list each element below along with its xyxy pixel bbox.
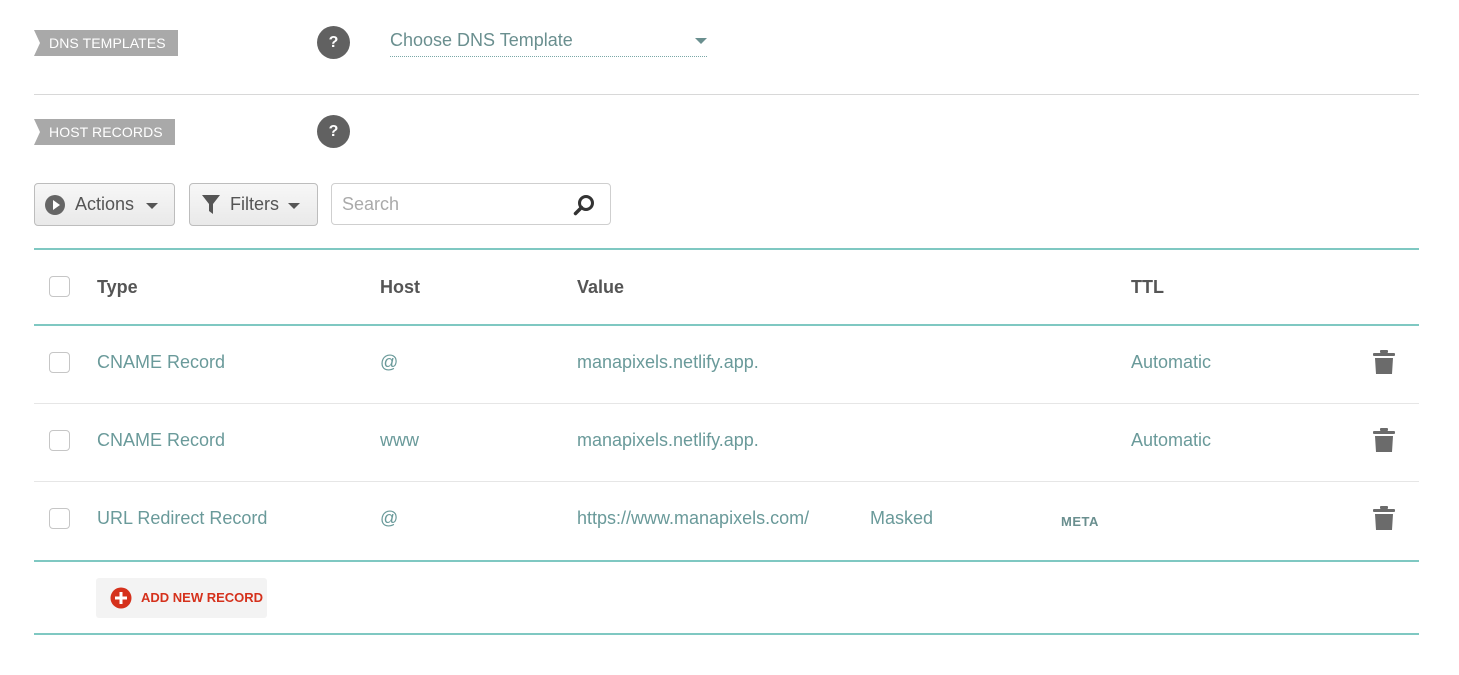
chevron-down-icon [288, 203, 300, 209]
column-header-ttl: TTL [1131, 277, 1164, 297]
host-records-help-icon[interactable]: ? [317, 115, 350, 148]
table-body-border [34, 560, 1419, 562]
record-type[interactable]: CNAME Record [97, 352, 225, 373]
dns-template-select-value: Choose DNS Template [390, 30, 573, 50]
table-header-border [34, 324, 1419, 326]
row-checkbox[interactable] [49, 508, 70, 529]
dns-templates-help-icon[interactable]: ? [317, 26, 350, 59]
table-bottom-border [34, 633, 1419, 635]
filters-label: Filters [230, 194, 279, 214]
table-top-border [34, 248, 1419, 250]
redirect-type[interactable]: Masked [870, 508, 933, 529]
record-host[interactable]: www [380, 430, 419, 451]
record-ttl[interactable]: Automatic [1131, 352, 1211, 373]
chevron-down-icon [146, 203, 158, 209]
row-divider [34, 481, 1419, 482]
search-input[interactable] [342, 192, 562, 216]
record-value[interactable]: https://www.manapixels.com/ [577, 508, 809, 529]
actions-label: Actions [75, 194, 135, 214]
dns-template-select[interactable]: Choose DNS Template [390, 26, 707, 57]
add-new-record-button[interactable]: ADD NEW RECORD [96, 578, 267, 618]
row-checkbox[interactable] [49, 430, 70, 451]
chevron-down-icon [695, 38, 707, 44]
search-box [331, 183, 611, 225]
play-circle-icon [45, 195, 65, 215]
column-header-type: Type [97, 277, 138, 297]
plus-circle-icon [110, 587, 132, 609]
record-host[interactable]: @ [380, 508, 398, 529]
record-ttl[interactable]: Automatic [1131, 430, 1211, 451]
dns-templates-tag: DNS TEMPLATES [34, 30, 178, 56]
filter-icon [202, 195, 220, 214]
column-header-host: Host [380, 277, 420, 297]
trash-icon[interactable] [1373, 506, 1395, 530]
add-new-record-label: ADD NEW RECORD [141, 590, 264, 605]
record-value[interactable]: manapixels.netlify.app. [577, 352, 759, 373]
trash-icon[interactable] [1373, 350, 1395, 374]
section-divider [34, 94, 1419, 95]
record-type[interactable]: CNAME Record [97, 430, 225, 451]
record-value[interactable]: manapixels.netlify.app. [577, 430, 759, 451]
filters-button[interactable]: Filters [189, 183, 318, 226]
actions-button[interactable]: Actions [34, 183, 175, 226]
column-header-value: Value [577, 277, 625, 297]
record-host[interactable]: @ [380, 352, 398, 373]
host-records-tag: HOST RECORDS [34, 119, 175, 145]
search-icon[interactable] [573, 194, 595, 216]
record-type[interactable]: URL Redirect Record [97, 508, 267, 529]
row-divider [34, 403, 1419, 404]
meta-link[interactable]: META [1061, 514, 1099, 529]
select-all-checkbox[interactable] [49, 276, 70, 297]
row-checkbox[interactable] [49, 352, 70, 373]
trash-icon[interactable] [1373, 428, 1395, 452]
